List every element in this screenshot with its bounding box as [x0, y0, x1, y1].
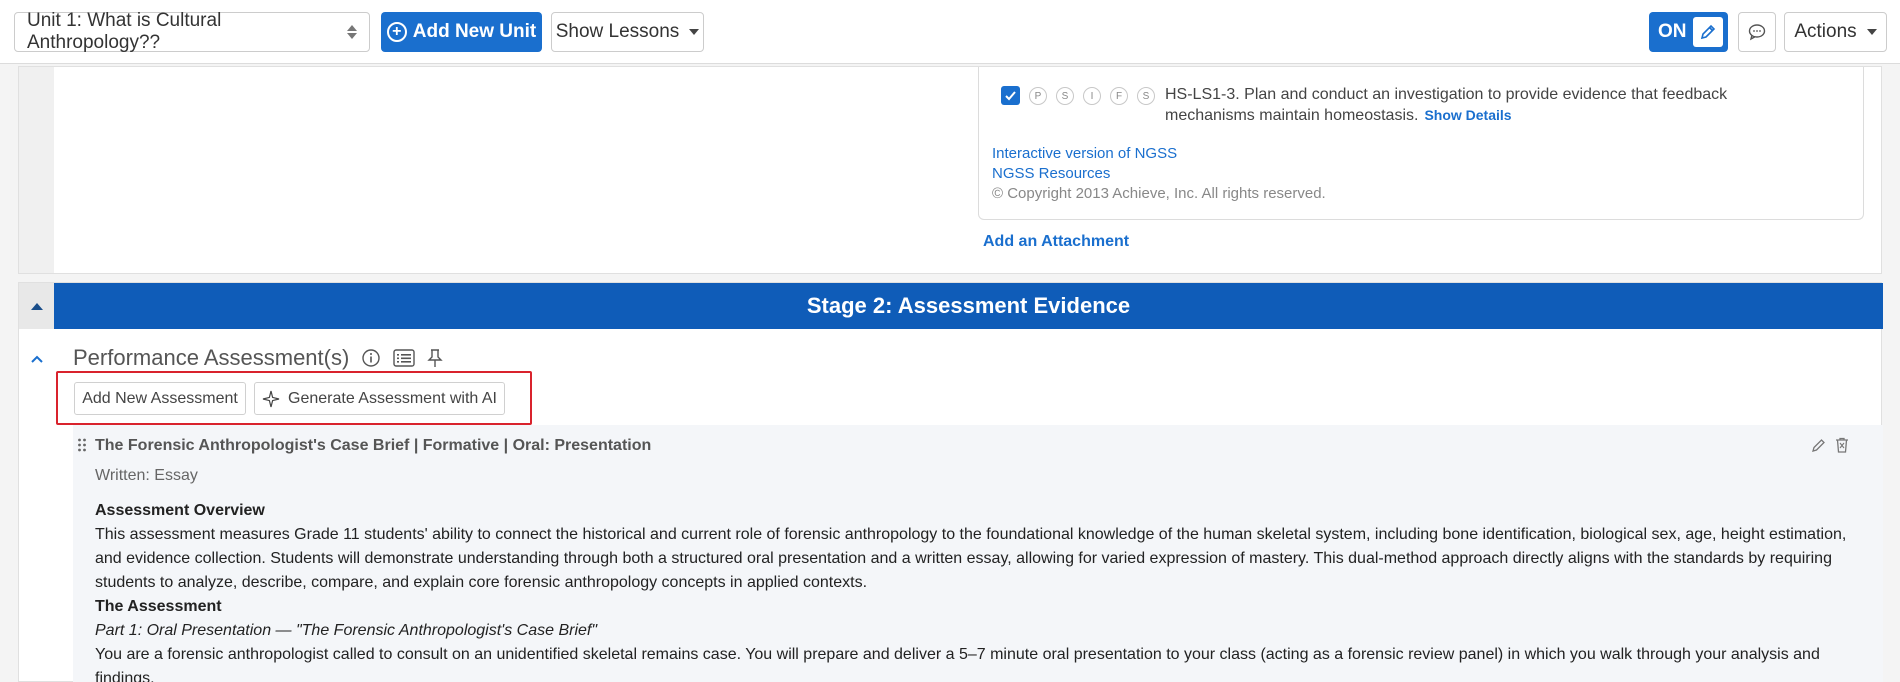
caret-down-icon — [689, 29, 700, 35]
comments-button[interactable] — [1738, 12, 1776, 52]
comment-icon — [1748, 24, 1766, 41]
show-lessons-label: Show Lessons — [555, 21, 680, 42]
stage1-gutter — [19, 67, 54, 273]
show-details-link[interactable]: Show Details — [1424, 107, 1511, 123]
add-new-unit-label: Add New Unit — [412, 21, 537, 42]
standard-checkbox[interactable] — [1001, 86, 1020, 105]
assessment-body: Assessment Overview This assessment meas… — [95, 499, 1860, 682]
standard-pill-s[interactable]: S — [1056, 87, 1074, 105]
overview-heading: Assessment Overview — [95, 502, 265, 519]
plus-circle-icon: + — [386, 22, 407, 42]
drag-handle-icon[interactable] — [77, 437, 87, 458]
list-icon[interactable] — [393, 349, 416, 367]
sparkle-icon — [262, 390, 280, 407]
standard-pill-f[interactable]: F — [1110, 87, 1128, 105]
add-new-assessment-label: Add New Assessment — [82, 389, 238, 407]
overview-text: This assessment measures Grade 11 studen… — [95, 526, 1847, 591]
stage1-panel: P S I F S HS-LS1-3. Plan and conduct an … — [18, 66, 1882, 274]
unit-select-value: Unit 1: What is Cultural Anthropology?? — [27, 10, 222, 53]
section-title: Performance Assessment(s) — [73, 345, 350, 370]
standard-pill-i[interactable]: I — [1083, 87, 1101, 105]
sort-arrows-icon — [347, 25, 357, 39]
actions-label: Actions — [1794, 21, 1857, 42]
stage2-banner: Stage 2: Assessment Evidence — [54, 283, 1883, 329]
copyright-text: © Copyright 2013 Achieve, Inc. All right… — [992, 185, 1326, 202]
stage2-panel: Stage 2: Assessment Evidence Performance… — [18, 282, 1883, 682]
unit-select[interactable]: Unit 1: What is Cultural Anthropology?? — [14, 10, 370, 53]
edit-mode-toggle[interactable]: ON — [1649, 12, 1728, 52]
interactive-ngss-link[interactable]: Interactive version of NGSS — [992, 145, 1177, 162]
show-lessons-dropdown[interactable]: Show Lessons — [551, 12, 704, 52]
add-new-unit-button[interactable]: + Add New Unit — [381, 12, 542, 52]
stage2-collapse-toggle[interactable] — [19, 283, 54, 329]
standards-box: P S I F S HS-LS1-3. Plan and conduct an … — [978, 67, 1864, 220]
standard-pill-p[interactable]: P — [1029, 87, 1047, 105]
standard-item: P S I F S HS-LS1-3. Plan and conduct an … — [1001, 84, 1815, 126]
assessment-heading: The Assessment — [95, 598, 222, 615]
add-new-assessment-button[interactable]: Add New Assessment — [74, 382, 246, 415]
part1-text: You are a forensic anthropologist called… — [95, 646, 1820, 682]
performance-assessments-heading: Performance Assessment(s) — [73, 345, 444, 371]
chevron-up-icon[interactable] — [30, 351, 44, 369]
pin-icon[interactable] — [427, 348, 444, 368]
triangle-up-icon — [30, 302, 43, 310]
part1-title: Part 1: Oral Presentation — "The Forensi… — [95, 622, 598, 639]
edit-pencil-icon[interactable] — [1811, 437, 1827, 458]
add-attachment-link[interactable]: Add an Attachment — [983, 233, 1129, 251]
edit-mode-label: ON — [1658, 21, 1687, 42]
trash-icon[interactable] — [1835, 437, 1849, 458]
standard-pill-s2[interactable]: S — [1137, 87, 1155, 105]
assessment-card-actions — [1811, 437, 1849, 458]
generate-assessment-ai-button[interactable]: Generate Assessment with AI — [254, 382, 505, 415]
actions-dropdown[interactable]: Actions — [1784, 12, 1887, 52]
generate-assessment-ai-label: Generate Assessment with AI — [288, 389, 497, 407]
pencil-icon — [1693, 17, 1723, 47]
top-toolbar: Unit 1: What is Cultural Anthropology?? … — [0, 0, 1900, 64]
standard-text: HS-LS1-3. Plan and conduct an investigat… — [1165, 84, 1815, 126]
assessment-title: The Forensic Anthropologist's Case Brief… — [95, 437, 652, 454]
check-icon — [1005, 91, 1016, 101]
info-icon[interactable] — [361, 348, 381, 368]
ngss-resources-link[interactable]: NGSS Resources — [992, 165, 1110, 182]
caret-down-icon — [1866, 29, 1877, 35]
assessment-subtitle: Written: Essay — [95, 467, 198, 484]
assessment-card: The Forensic Anthropologist's Case Brief… — [73, 425, 1883, 682]
